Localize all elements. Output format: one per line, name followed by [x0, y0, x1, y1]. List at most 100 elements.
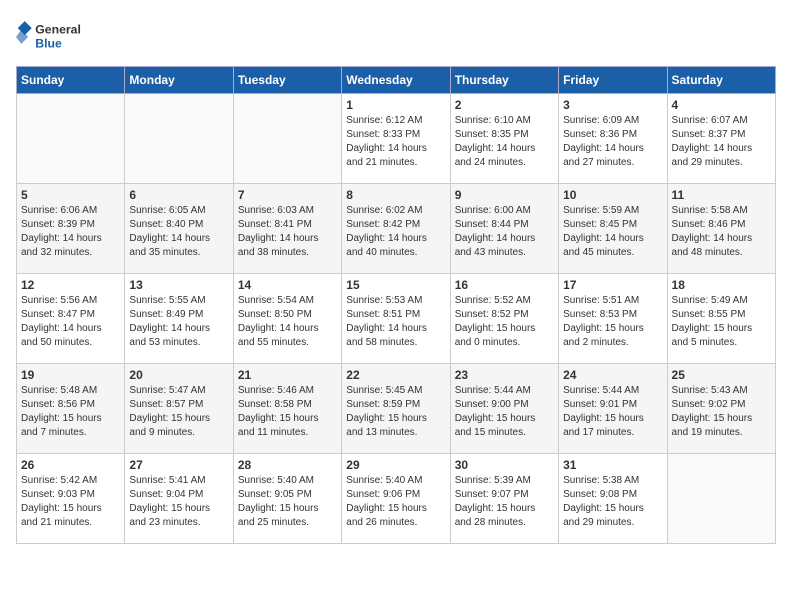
- calendar-cell: 23 Sunrise: 5:44 AM Sunset: 9:00 PM Dayli…: [450, 364, 558, 454]
- day-detail: Sunrise: 5:39 AM Sunset: 9:07 PM Dayligh…: [455, 474, 554, 530]
- calendar-cell: 25 Sunrise: 5:43 AM Sunset: 9:02 PM Dayli…: [667, 364, 775, 454]
- day-detail: Sunrise: 5:44 AM Sunset: 9:01 PM Dayligh…: [563, 384, 662, 440]
- day-detail: Sunrise: 6:03 AM Sunset: 8:41 PM Dayligh…: [238, 204, 337, 260]
- day-number: 17: [563, 278, 662, 292]
- day-number: 20: [129, 368, 228, 382]
- day-detail: Sunrise: 5:49 AM Sunset: 8:55 PM Dayligh…: [672, 294, 771, 350]
- day-number: 16: [455, 278, 554, 292]
- day-number: 3: [563, 98, 662, 112]
- column-header-friday: Friday: [559, 67, 667, 94]
- calendar-cell: 21Sunrise: 5:46 AM Sunset: 8:58 PM Dayli…: [233, 364, 341, 454]
- day-number: 28: [238, 458, 337, 472]
- calendar-cell: 3 Sunrise: 6:09 AM Sunset: 8:36 PM Daylig…: [559, 94, 667, 184]
- day-number: 7: [238, 188, 337, 202]
- calendar-cell: 30 Sunrise: 5:39 AM Sunset: 9:07 PM Dayli…: [450, 454, 558, 544]
- day-detail: Sunrise: 5:48 AM Sunset: 8:56 PM Dayligh…: [21, 384, 120, 440]
- logo: General Blue: [16, 16, 86, 56]
- day-detail: Sunrise: 5:44 AM Sunset: 9:00 PM Dayligh…: [455, 384, 554, 440]
- calendar-cell: 17Sunrise: 5:51 AM Sunset: 8:53 PM Dayli…: [559, 274, 667, 364]
- logo-icon: General Blue: [16, 16, 86, 56]
- column-header-tuesday: Tuesday: [233, 67, 341, 94]
- day-detail: Sunrise: 5:40 AM Sunset: 9:05 PM Dayligh…: [238, 474, 337, 530]
- day-number: 8: [346, 188, 445, 202]
- day-number: 19: [21, 368, 120, 382]
- day-detail: Sunrise: 6:05 AM Sunset: 8:40 PM Dayligh…: [129, 204, 228, 260]
- day-detail: Sunrise: 5:47 AM Sunset: 8:57 PM Dayligh…: [129, 384, 228, 440]
- calendar-cell: 10 Sunrise: 5:59 AM Sunset: 8:45 PM Dayli…: [559, 184, 667, 274]
- day-detail: Sunrise: 5:53 AM Sunset: 8:51 PM Dayligh…: [346, 294, 445, 350]
- day-detail: Sunrise: 5:56 AM Sunset: 8:47 PM Dayligh…: [21, 294, 120, 350]
- calendar-cell: 2 Sunrise: 6:10 AM Sunset: 8:35 PM Daylig…: [450, 94, 558, 184]
- day-number: 4: [672, 98, 771, 112]
- day-number: 13: [129, 278, 228, 292]
- calendar-week-3: 12 Sunrise: 5:56 AM Sunset: 8:47 PM Dayli…: [17, 274, 776, 364]
- day-number: 12: [21, 278, 120, 292]
- day-detail: Sunrise: 6:10 AM Sunset: 8:35 PM Dayligh…: [455, 114, 554, 170]
- day-detail: Sunrise: 5:45 AM Sunset: 8:59 PM Dayligh…: [346, 384, 445, 440]
- day-number: 6: [129, 188, 228, 202]
- day-detail: Sunrise: 5:43 AM Sunset: 9:02 PM Dayligh…: [672, 384, 771, 440]
- calendar-table: SundayMondayTuesdayWednesdayThursdayFrid…: [16, 66, 776, 544]
- calendar-cell: 24 Sunrise: 5:44 AM Sunset: 9:01 PM Dayli…: [559, 364, 667, 454]
- calendar-cell: 19 Sunrise: 5:48 AM Sunset: 8:56 PM Dayli…: [17, 364, 125, 454]
- day-detail: Sunrise: 5:42 AM Sunset: 9:03 PM Dayligh…: [21, 474, 120, 530]
- day-detail: Sunrise: 5:52 AM Sunset: 8:52 PM Dayligh…: [455, 294, 554, 350]
- calendar-cell: 31 Sunrise: 5:38 AM Sunset: 9:08 PM Dayli…: [559, 454, 667, 544]
- day-detail: Sunrise: 5:54 AM Sunset: 8:50 PM Dayligh…: [238, 294, 337, 350]
- day-detail: Sunrise: 6:07 AM Sunset: 8:37 PM Dayligh…: [672, 114, 771, 170]
- calendar-cell: 8Sunrise: 6:02 AM Sunset: 8:42 PM Daylig…: [342, 184, 450, 274]
- calendar-week-2: 5 Sunrise: 6:06 AM Sunset: 8:39 PM Daylig…: [17, 184, 776, 274]
- column-header-wednesday: Wednesday: [342, 67, 450, 94]
- day-number: 11: [672, 188, 771, 202]
- calendar-week-4: 19 Sunrise: 5:48 AM Sunset: 8:56 PM Dayli…: [17, 364, 776, 454]
- svg-text:General: General: [35, 22, 81, 36]
- day-number: 25: [672, 368, 771, 382]
- calendar-cell: 11Sunrise: 5:58 AM Sunset: 8:46 PM Dayli…: [667, 184, 775, 274]
- calendar-cell: 27 Sunrise: 5:41 AM Sunset: 9:04 PM Dayli…: [125, 454, 233, 544]
- day-detail: Sunrise: 6:06 AM Sunset: 8:39 PM Dayligh…: [21, 204, 120, 260]
- day-number: 30: [455, 458, 554, 472]
- day-number: 9: [455, 188, 554, 202]
- day-detail: Sunrise: 6:12 AM Sunset: 8:33 PM Dayligh…: [346, 114, 445, 170]
- day-number: 29: [346, 458, 445, 472]
- day-detail: Sunrise: 5:59 AM Sunset: 8:45 PM Dayligh…: [563, 204, 662, 260]
- calendar-cell: 28 Sunrise: 5:40 AM Sunset: 9:05 PM Dayli…: [233, 454, 341, 544]
- calendar-cell: [233, 94, 341, 184]
- day-detail: Sunrise: 5:41 AM Sunset: 9:04 PM Dayligh…: [129, 474, 228, 530]
- day-number: 10: [563, 188, 662, 202]
- day-number: 26: [21, 458, 120, 472]
- day-number: 2: [455, 98, 554, 112]
- page-header: General Blue: [16, 16, 776, 56]
- day-number: 15: [346, 278, 445, 292]
- day-number: 5: [21, 188, 120, 202]
- calendar-cell: 22Sunrise: 5:45 AM Sunset: 8:59 PM Dayli…: [342, 364, 450, 454]
- calendar-cell: 9 Sunrise: 6:00 AM Sunset: 8:44 PM Daylig…: [450, 184, 558, 274]
- calendar-cell: 18 Sunrise: 5:49 AM Sunset: 8:55 PM Dayli…: [667, 274, 775, 364]
- day-number: 14: [238, 278, 337, 292]
- column-header-saturday: Saturday: [667, 67, 775, 94]
- day-detail: Sunrise: 6:09 AM Sunset: 8:36 PM Dayligh…: [563, 114, 662, 170]
- calendar-cell: 5 Sunrise: 6:06 AM Sunset: 8:39 PM Daylig…: [17, 184, 125, 274]
- column-header-thursday: Thursday: [450, 67, 558, 94]
- calendar-cell: 26 Sunrise: 5:42 AM Sunset: 9:03 PM Dayli…: [17, 454, 125, 544]
- calendar-cell: 29 Sunrise: 5:40 AM Sunset: 9:06 PM Dayli…: [342, 454, 450, 544]
- day-number: 27: [129, 458, 228, 472]
- day-detail: Sunrise: 5:38 AM Sunset: 9:08 PM Dayligh…: [563, 474, 662, 530]
- column-header-sunday: Sunday: [17, 67, 125, 94]
- day-number: 1: [346, 98, 445, 112]
- calendar-week-5: 26 Sunrise: 5:42 AM Sunset: 9:03 PM Dayli…: [17, 454, 776, 544]
- calendar-cell: [667, 454, 775, 544]
- day-number: 18: [672, 278, 771, 292]
- day-detail: Sunrise: 5:55 AM Sunset: 8:49 PM Dayligh…: [129, 294, 228, 350]
- day-detail: Sunrise: 5:40 AM Sunset: 9:06 PM Dayligh…: [346, 474, 445, 530]
- calendar-cell: 16 Sunrise: 5:52 AM Sunset: 8:52 PM Dayli…: [450, 274, 558, 364]
- day-number: 31: [563, 458, 662, 472]
- calendar-cell: 4 Sunrise: 6:07 AM Sunset: 8:37 PM Daylig…: [667, 94, 775, 184]
- day-number: 24: [563, 368, 662, 382]
- day-detail: Sunrise: 5:46 AM Sunset: 8:58 PM Dayligh…: [238, 384, 337, 440]
- calendar-cell: [125, 94, 233, 184]
- day-detail: Sunrise: 6:00 AM Sunset: 8:44 PM Dayligh…: [455, 204, 554, 260]
- day-number: 23: [455, 368, 554, 382]
- column-header-monday: Monday: [125, 67, 233, 94]
- svg-text:Blue: Blue: [35, 36, 62, 50]
